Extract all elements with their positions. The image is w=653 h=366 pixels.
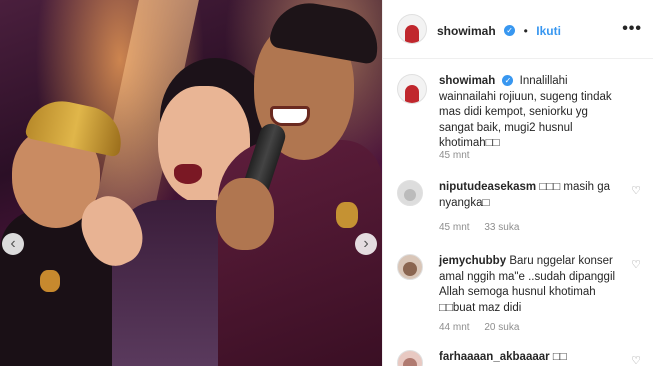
commenter-avatar[interactable] [397,180,423,206]
like-comment-heart-icon[interactable]: ♡ [631,258,641,271]
avatar[interactable] [397,14,427,44]
verified-badge-icon: ✓ [504,25,516,37]
performer-right-body [218,140,382,366]
performer-right-mouth [270,106,310,126]
performer-right-hand [216,178,274,250]
avatar-person-icon [403,358,417,366]
comment-item: niputudeasekasm □□□ masih ga nyangka□ ♡ … [397,178,647,238]
performer-left-brooch [40,270,60,292]
caption-avatar[interactable] [397,74,427,104]
post-header: showimah ✓ • Ikuti ••• [383,0,653,59]
chevron-left-icon: ‹ [10,235,16,252]
like-comment-heart-icon[interactable]: ♡ [631,354,641,366]
header-user: showimah ✓ • Ikuti [437,22,561,40]
follow-button[interactable]: Ikuti [536,24,561,38]
avatar-figure-icon [405,85,419,103]
header-username[interactable]: showimah [437,24,496,38]
avatar-person-icon [403,262,417,276]
prev-photo-button[interactable]: ‹ [2,233,24,255]
commenter-avatar[interactable] [397,350,423,366]
comment-likes[interactable]: 20 suka [484,322,519,333]
comment-text-block: farhaaaan_akbaaaar □□ [439,350,624,366]
comment-item: farhaaaan_akbaaaar □□ ♡ [397,350,647,366]
comment-username[interactable]: niputudeasekasm [439,181,536,193]
avatar-person-icon [404,189,416,201]
verified-badge-icon: ✓ [502,75,514,87]
caption-meta: 45 mnt [439,150,482,161]
more-options-icon[interactable]: ••• [622,20,642,38]
comment-text-block: niputudeasekasm □□□ masih ga nyangka□ [439,180,624,211]
commenter-avatar[interactable] [397,254,423,280]
next-photo-button[interactable]: › [355,233,377,255]
comments-panel: showimah ✓ • Ikuti ••• showimah ✓ Innali… [382,0,653,366]
chevron-right-icon: › [363,235,369,252]
like-comment-heart-icon[interactable]: ♡ [631,184,641,197]
comment-text: □□ [552,351,567,363]
comment-time[interactable]: 44 mnt [439,322,470,333]
comment-meta: 44 mnt 20 suka [439,322,531,333]
performer-right-brooch [336,202,358,228]
caption-username[interactable]: showimah [439,75,495,87]
caption-time[interactable]: 45 mnt [439,150,470,161]
post-photo[interactable]: ‹ › [0,0,382,366]
separator-dot: • [523,24,528,38]
comment-time[interactable]: 45 mnt [439,222,470,233]
comment-username[interactable]: jemychubby [439,255,506,267]
avatar-figure-icon [405,25,419,43]
comment-likes[interactable]: 33 suka [484,222,519,233]
caption: showimah ✓ Innalillahi wainnailahi rojiu… [397,72,647,162]
instagram-post: ‹ › showimah ✓ • Ikuti ••• showimah ✓ In… [0,0,653,366]
comment-meta: 45 mnt 33 suka [439,222,531,233]
caption-text-block: showimah ✓ Innalillahi wainnailahi rojiu… [439,74,624,152]
comment-text-block: jemychubby Baru nggelar konser amal nggi… [439,254,624,316]
performer-center-mouth [174,164,202,184]
comment-username[interactable]: farhaaaan_akbaaaar [439,351,550,363]
comment-item: jemychubby Baru nggelar konser amal nggi… [397,252,647,338]
